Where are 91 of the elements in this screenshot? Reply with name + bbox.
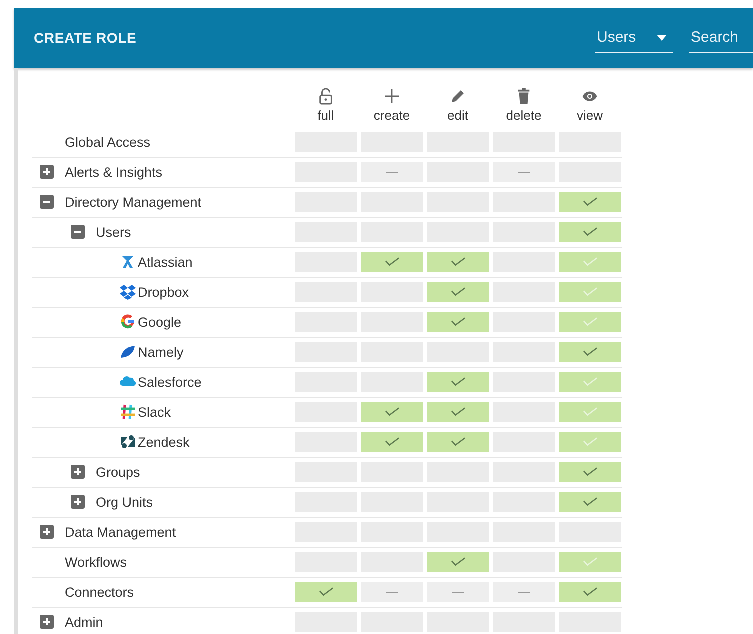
caret-icon bbox=[657, 34, 667, 40]
check-icon bbox=[450, 287, 466, 297]
row-label: Connectors bbox=[65, 584, 134, 600]
expand-button[interactable] bbox=[71, 495, 85, 509]
check-icon bbox=[384, 437, 400, 447]
permission-cell[interactable] bbox=[361, 432, 423, 452]
permission-cell[interactable] bbox=[427, 372, 489, 392]
check-icon bbox=[582, 557, 598, 567]
permission-cell[interactable] bbox=[559, 552, 621, 572]
check-icon bbox=[582, 587, 598, 597]
row-label: Atlassian bbox=[138, 254, 193, 270]
row-label: Google bbox=[138, 314, 182, 330]
search-field[interactable]: Search bbox=[689, 24, 753, 52]
check-icon bbox=[450, 317, 466, 327]
permission-cell[interactable] bbox=[427, 552, 489, 572]
expand-button[interactable] bbox=[40, 165, 54, 179]
permission-cell[interactable] bbox=[559, 342, 621, 362]
check-icon bbox=[450, 437, 466, 447]
column-label: create bbox=[374, 108, 410, 123]
row-label: Data Management bbox=[65, 524, 176, 540]
permission-cell[interactable] bbox=[559, 282, 621, 302]
box-logo-icon bbox=[120, 284, 136, 300]
permission-cell[interactable] bbox=[427, 312, 489, 332]
row-label: Workflows bbox=[65, 554, 128, 570]
check-icon bbox=[450, 257, 466, 267]
permission-cell[interactable] bbox=[427, 282, 489, 302]
permission-cell[interactable] bbox=[361, 402, 423, 422]
check-icon bbox=[384, 407, 400, 417]
permission-cell[interactable] bbox=[559, 312, 621, 332]
check-icon bbox=[450, 377, 466, 387]
column-label: edit bbox=[448, 108, 468, 123]
permission-cell[interactable] bbox=[559, 492, 621, 512]
expand-button[interactable] bbox=[40, 615, 54, 629]
row-label: Global Access bbox=[65, 134, 151, 150]
check-icon bbox=[582, 437, 598, 447]
check-icon bbox=[582, 227, 598, 237]
chevron-logo-icon bbox=[120, 254, 136, 270]
leaf-logo-icon bbox=[120, 344, 136, 360]
permission-cell[interactable] bbox=[559, 462, 621, 482]
row-label: Users bbox=[96, 224, 132, 240]
check-icon bbox=[582, 317, 598, 327]
column-label: delete bbox=[506, 108, 542, 123]
column-label: full bbox=[318, 108, 334, 123]
check-icon bbox=[384, 257, 400, 267]
permission-cell[interactable] bbox=[559, 222, 621, 242]
expand-button[interactable] bbox=[40, 525, 54, 539]
hash-logo-icon bbox=[120, 404, 136, 420]
pencil-icon bbox=[450, 88, 466, 105]
check-icon bbox=[450, 557, 466, 567]
permission-cell[interactable] bbox=[559, 372, 621, 392]
collapse-button[interactable] bbox=[40, 195, 54, 209]
row-label: Namely bbox=[138, 344, 184, 360]
check-icon bbox=[582, 287, 598, 297]
check-icon bbox=[582, 467, 598, 477]
plus-icon bbox=[384, 88, 400, 105]
permission-cell[interactable] bbox=[295, 582, 357, 602]
permission-cell[interactable] bbox=[559, 252, 621, 272]
permission-cell[interactable] bbox=[559, 432, 621, 452]
row-label: Zendesk bbox=[138, 434, 190, 450]
row-label: Slack bbox=[138, 404, 172, 420]
z-logo-icon bbox=[120, 434, 136, 450]
row-label: Dropbox bbox=[138, 284, 190, 300]
row-label: Groups bbox=[96, 464, 140, 480]
row-label: Admin bbox=[65, 614, 104, 630]
check-icon bbox=[582, 347, 598, 357]
row-label: Salesforce bbox=[138, 374, 202, 390]
permission-cell[interactable] bbox=[427, 252, 489, 272]
collapse-button[interactable] bbox=[71, 225, 85, 239]
permission-cell[interactable] bbox=[559, 402, 621, 422]
check-icon bbox=[582, 257, 598, 267]
filter-dropdown[interactable]: Users bbox=[595, 23, 673, 53]
g-logo-icon bbox=[120, 314, 136, 330]
permission-cell[interactable] bbox=[427, 402, 489, 422]
check-icon bbox=[318, 587, 334, 597]
permission-cell[interactable] bbox=[427, 432, 489, 452]
check-icon bbox=[582, 497, 598, 507]
column-label: view bbox=[576, 108, 603, 123]
row-label: Directory Management bbox=[65, 194, 202, 210]
permission-cell[interactable] bbox=[361, 252, 423, 272]
page-title: CREATE ROLE bbox=[34, 30, 137, 46]
check-icon bbox=[582, 377, 598, 387]
permission-cell[interactable] bbox=[559, 582, 621, 602]
row-label: Org Units bbox=[96, 494, 154, 510]
trash-icon bbox=[516, 88, 532, 105]
expand-button[interactable] bbox=[71, 465, 85, 479]
row-label: Alerts & Insights bbox=[65, 164, 163, 180]
check-icon bbox=[582, 197, 598, 207]
lock-icon bbox=[318, 88, 334, 105]
permission-cell[interactable] bbox=[559, 192, 621, 212]
check-icon bbox=[450, 407, 466, 417]
check-icon bbox=[582, 407, 598, 417]
